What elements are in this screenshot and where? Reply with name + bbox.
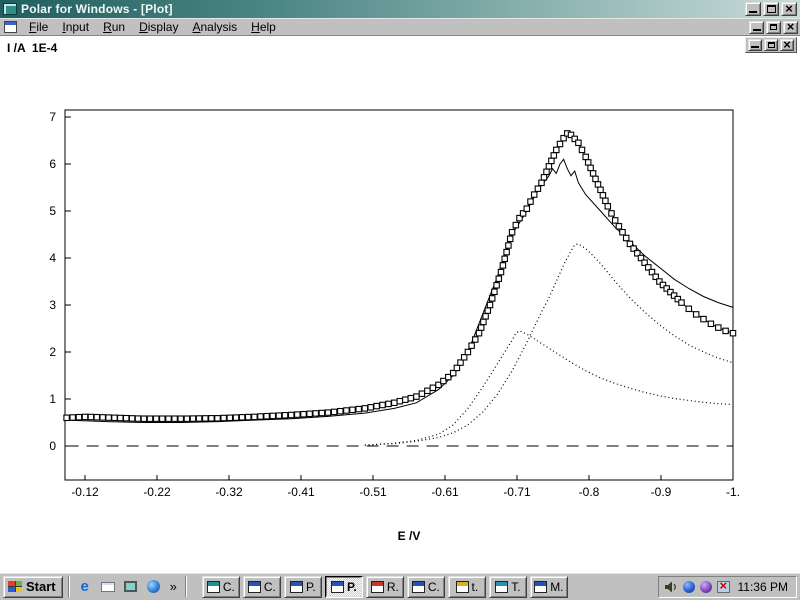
child-minimize-button[interactable] <box>749 21 764 34</box>
svg-text:-1.: -1. <box>726 485 740 499</box>
svg-text:6: 6 <box>49 157 56 171</box>
svg-text:-0.22: -0.22 <box>143 485 171 499</box>
task-window-icon <box>290 581 303 593</box>
tray-clock[interactable]: 11:36 PM <box>738 580 788 594</box>
outlook-express-icon[interactable] <box>98 577 118 597</box>
task-window-icon <box>456 581 469 593</box>
svg-text:-0.8: -0.8 <box>579 485 600 499</box>
taskbar-task-button[interactable]: C. <box>243 576 281 598</box>
plot-document-icon[interactable] <box>4 21 17 33</box>
taskbar: Start e » C. C. P. P. R. C. t. T. M. × <box>0 572 800 600</box>
minimize-button[interactable] <box>745 2 761 16</box>
svg-text:4: 4 <box>49 251 56 265</box>
quick-launch-overflow-chevron[interactable]: » <box>167 579 180 594</box>
view-channels-icon[interactable] <box>144 577 164 597</box>
start-button[interactable]: Start <box>3 576 63 598</box>
task-window-icon <box>207 581 220 593</box>
svg-text:3: 3 <box>49 298 56 312</box>
child-close-button[interactable]: × <box>783 21 798 34</box>
svg-text:-0.9: -0.9 <box>651 485 672 499</box>
globe-glyph <box>147 580 160 593</box>
svg-text:-0.51: -0.51 <box>359 485 387 499</box>
task-window-icon <box>412 581 425 593</box>
minimize-icon <box>749 11 757 13</box>
restore-icon <box>770 24 777 30</box>
titlebar: Polar for Windows - [Plot] × <box>0 0 800 18</box>
task-window-icon <box>331 581 344 593</box>
menu-run[interactable]: Run <box>96 18 132 36</box>
task-window-icon <box>534 581 547 593</box>
plot-client-area: × I /A 1E-4 -0.12-0.22-0.32-0.41-0.51-0.… <box>0 36 800 572</box>
svg-text:1: 1 <box>49 392 56 406</box>
child-window-controls: × <box>749 21 798 34</box>
maximize-icon <box>767 5 776 13</box>
svg-text:5: 5 <box>49 204 56 218</box>
svg-text:0: 0 <box>49 439 56 453</box>
svg-text:-0.61: -0.61 <box>431 485 459 499</box>
svg-text:-0.41: -0.41 <box>287 485 315 499</box>
svg-text:2: 2 <box>49 345 56 359</box>
taskbar-task-button[interactable]: C. <box>202 576 240 598</box>
menu-input[interactable]: Input <box>55 18 96 36</box>
task-button-group: C. C. P. P. R. C. t. T. M. <box>202 576 568 598</box>
window-controls: × <box>745 2 797 16</box>
close-icon: × <box>785 4 793 14</box>
polarogram-plot: -0.12 -0.22 -0.32 -0.41 -0.51 -0.61 -0.71 -0.8 -… <box>0 36 800 572</box>
windows-logo-icon <box>8 581 22 592</box>
taskbar-task-button[interactable]: T. <box>489 576 527 598</box>
taskbar-task-button[interactable]: t. <box>448 576 486 598</box>
svg-text:-0.32: -0.32 <box>215 485 243 499</box>
taskbar-task-button[interactable]: C. <box>407 576 445 598</box>
x-axis-label: E /V <box>359 529 459 543</box>
taskbar-separator <box>185 576 187 597</box>
minimize-icon <box>753 29 761 31</box>
app-icon[interactable] <box>3 3 17 15</box>
svg-text:-0.12: -0.12 <box>71 485 99 499</box>
menu-bar: File Input Run Display Analysis Help × <box>0 18 800 36</box>
child-restore-button[interactable] <box>766 21 781 34</box>
desktop-screen: Polar for Windows - [Plot] × File Input … <box>0 0 800 600</box>
taskbar-separator <box>68 576 70 597</box>
task-window-icon <box>371 581 384 593</box>
menu-file[interactable]: File <box>22 18 55 36</box>
tray-modem-icon[interactable] <box>700 581 712 593</box>
start-label: Start <box>26 579 56 594</box>
taskbar-task-button[interactable]: R. <box>366 576 404 598</box>
window-title: Polar for Windows - [Plot] <box>21 2 173 16</box>
monitor-glyph <box>124 581 137 592</box>
system-tray: × 11:36 PM <box>658 576 797 598</box>
envelope-glyph <box>101 582 115 592</box>
maximize-button[interactable] <box>763 2 779 16</box>
close-button[interactable]: × <box>781 2 797 16</box>
internet-explorer-icon[interactable]: e <box>75 577 95 597</box>
taskbar-task-button-active[interactable]: P. <box>325 576 363 598</box>
taskbar-task-button[interactable]: P. <box>284 576 322 598</box>
task-window-icon <box>495 581 508 593</box>
menu-analysis[interactable]: Analysis <box>185 18 244 36</box>
svg-text:-0.71: -0.71 <box>503 485 531 499</box>
ie-e-glyph: e <box>80 580 88 594</box>
volume-icon[interactable] <box>664 580 678 594</box>
menu-display[interactable]: Display <box>132 18 185 36</box>
tray-error-icon[interactable]: × <box>717 581 730 593</box>
show-desktop-icon[interactable] <box>121 577 141 597</box>
taskbar-task-button[interactable]: M. <box>530 576 568 598</box>
tray-network-icon[interactable] <box>683 581 695 593</box>
close-icon: × <box>787 22 795 32</box>
red-x-glyph: × <box>720 578 728 593</box>
menu-help[interactable]: Help <box>244 18 283 36</box>
svg-text:7: 7 <box>49 110 56 124</box>
task-window-icon <box>248 581 261 593</box>
